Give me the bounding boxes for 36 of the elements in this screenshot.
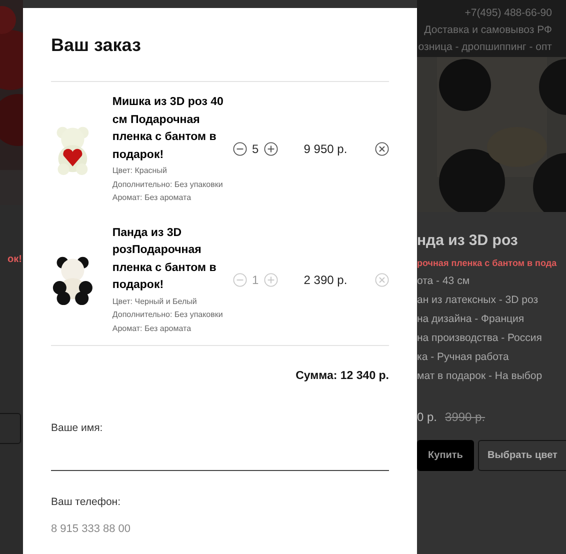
option-text: Дополнительно: Без упаковки	[112, 309, 224, 321]
option-text: Дополнительно: Без упаковки	[112, 178, 224, 191]
quantity-value: 5	[252, 141, 259, 158]
field-label: Ваше имя:	[51, 421, 104, 436]
spec-item: ка - Ручная работа	[417, 350, 510, 365]
spec-item: на дизайна - Франция	[417, 312, 526, 327]
sales-text: озница - дропшиппинг - опт	[417, 40, 552, 55]
product-title: нда из 3D роз	[417, 231, 519, 251]
modal-title: Ваш заказ	[51, 34, 142, 57]
spec-item: на производства - Россия	[417, 331, 543, 346]
field-label: Ваш телефон:	[51, 495, 122, 510]
minus-icon[interactable]	[232, 142, 247, 156]
option-text: Цвет: Черный и Белый	[112, 296, 198, 308]
spec-item: ота - 43 см	[417, 274, 471, 289]
buy-button[interactable]: Купить	[417, 440, 474, 471]
item-price: 2 390 р.	[302, 272, 348, 289]
item-price: 9 950 р.	[302, 141, 348, 158]
quantity-value: 1	[252, 272, 259, 289]
option-text: Аромат: Без аромата	[112, 192, 192, 204]
phone-field[interactable]: 8 915 333 88 00	[51, 518, 389, 539]
close-icon[interactable]	[375, 142, 389, 156]
product-subtitle: рочная пленка с бантом в пода	[417, 256, 558, 270]
plus-icon[interactable]	[264, 142, 278, 156]
phone-number[interactable]: +7(495) 488-66-90	[417, 5, 552, 22]
product-subtitle: ок!	[6, 253, 23, 267]
product-name: Мишка из 3D роз 40 см Подарочная пленка с бантом в подарок!	[112, 95, 224, 162]
old-price: 3990 р.	[445, 409, 486, 426]
price: 0 р.	[417, 409, 438, 426]
product-name: Панда из 3D розПодарочная пленка с бантом в подарок!	[112, 226, 218, 293]
spec-item: мат в подарок - На выбор	[417, 369, 544, 384]
option-text: Аромат: Без аромата	[112, 322, 192, 335]
order-total: Сумма: 12 340 р.	[294, 369, 389, 384]
option-text: Цвет: Красный	[112, 165, 168, 177]
delivery-text: Доставка и самовывоз РФ	[423, 23, 552, 38]
spec-item: ан из латексных - 3D роз	[417, 293, 540, 308]
choose-color-button[interactable]: Выбрать цвет	[478, 440, 566, 471]
